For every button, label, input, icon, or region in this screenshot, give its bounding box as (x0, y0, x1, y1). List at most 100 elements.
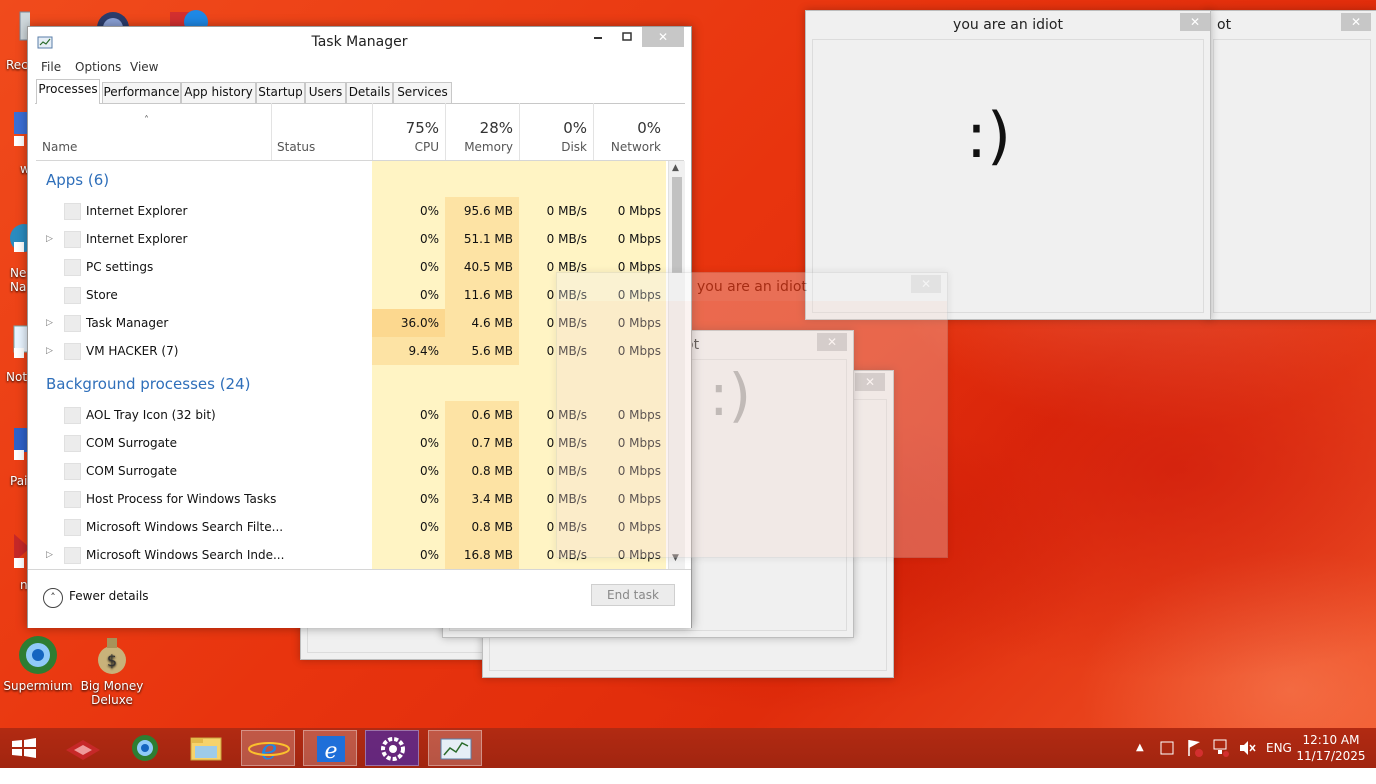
idiot-window-right[interactable]: ot ✕ (1206, 10, 1376, 320)
cpu-cell: 0% (372, 485, 445, 513)
process-name: Internet Explorer (86, 204, 188, 218)
taskbar-file-explorer[interactable] (179, 730, 233, 766)
column-header-row: ˄ Name Status 75% CPU 28% Memory 0% Disk (36, 103, 684, 161)
action-center-flag-icon[interactable] (1186, 728, 1204, 768)
process-row[interactable]: Internet Explorer 0% 95.6 MB 0 MB/s 0 Mbps (36, 197, 666, 225)
tab-details[interactable]: Details (346, 82, 393, 103)
end-task-button[interactable]: End task (591, 584, 675, 606)
tray-chevron-up-icon[interactable]: ▲ (1136, 728, 1144, 768)
scroll-up-icon[interactable]: ▲ (672, 163, 679, 173)
column-network[interactable]: 0% Network (593, 103, 667, 160)
start-button[interactable] (0, 730, 48, 766)
memory-cell: 0.6 MB (445, 401, 519, 429)
process-name: Microsoft Windows Search Filte... (86, 520, 284, 534)
language-indicator[interactable]: ENG (1266, 728, 1292, 768)
menu-view[interactable]: View (130, 60, 158, 74)
internet-explorer-modern-icon: e (317, 736, 345, 764)
fewer-details-link[interactable]: Fewer details (69, 589, 149, 603)
process-icon (64, 407, 81, 424)
disk-label: Disk (561, 140, 587, 154)
taskbar: e e ▲ ENG 12:10 AM 11/17/2025 (0, 728, 1376, 768)
expand-arrow-icon[interactable]: ▷ (46, 309, 53, 337)
edge-icon-notepad[interactable] (0, 322, 31, 362)
smiley-face: :) (966, 99, 1012, 172)
close-icon[interactable]: ✕ (1180, 13, 1210, 31)
desktop-icon-supermium[interactable]: Supermium (0, 634, 78, 693)
process-icon (64, 203, 81, 220)
clock[interactable]: 12:10 AM 11/17/2025 (1296, 732, 1366, 764)
tab-processes[interactable]: Processes (36, 79, 100, 104)
svg-text:e: e (261, 733, 278, 766)
taskbar-app-1[interactable] (56, 730, 110, 766)
disk-cell: 0 MB/s (519, 225, 593, 253)
scroll-thumb[interactable] (672, 177, 682, 273)
cpu-cell: 9.4% (372, 337, 445, 365)
supermium-icon (17, 634, 59, 676)
close-icon[interactable]: ✕ (911, 275, 941, 293)
column-status[interactable]: Status (271, 103, 372, 160)
chevron-up-icon[interactable]: ˄ (43, 588, 63, 608)
memory-cell: 3.4 MB (445, 485, 519, 513)
svg-text:e: e (324, 739, 337, 764)
tab-app-history[interactable]: App history (181, 82, 256, 103)
column-name[interactable]: ˄ Name (36, 103, 271, 160)
group-header-apps[interactable]: Apps (6) (36, 161, 666, 197)
big-money-deluxe-label: Big Money Deluxe (80, 679, 144, 707)
edge-label-0: Rec (6, 58, 28, 72)
column-disk[interactable]: 0% Disk (519, 103, 593, 160)
process-icon (64, 343, 81, 360)
task-manager-titlebar[interactable]: Task Manager ✕ (28, 27, 691, 57)
edge-icon-1[interactable] (0, 110, 30, 150)
group-title: Background processes (24) (46, 375, 251, 393)
menu-file[interactable]: File (41, 60, 61, 74)
cell-bg (445, 161, 519, 197)
tab-performance[interactable]: Performance (102, 82, 181, 103)
edge-icon-5[interactable] (0, 530, 30, 570)
tray-notification-icon[interactable] (1160, 728, 1174, 768)
edge-icon-network[interactable] (0, 218, 38, 258)
network-cell: 0 Mbps (593, 225, 666, 253)
taskbar-internet-explorer-2[interactable]: e (303, 730, 357, 766)
task-manager-icon (440, 738, 472, 760)
internet-explorer-icon: e (248, 733, 290, 766)
process-row[interactable]: ▷ Internet Explorer 0% 51.1 MB 0 MB/s 0 Mbps (36, 225, 666, 253)
maximize-button[interactable] (613, 27, 641, 47)
network-label: Network (610, 140, 661, 154)
tab-strip: Processes Performance App history Startu… (35, 79, 685, 104)
idiot-window-ghost[interactable]: you are an idiot ✕ (556, 272, 948, 558)
edge-icon-recycle-bin[interactable] (0, 6, 35, 46)
close-icon[interactable]: ✕ (1341, 13, 1371, 31)
taskbar-pc-settings[interactable] (365, 730, 419, 766)
process-icon (64, 435, 81, 452)
sort-up-icon: ˄ (144, 115, 149, 126)
menu-options[interactable]: Options (75, 60, 121, 74)
taskbar-task-manager[interactable] (428, 730, 482, 766)
column-cpu[interactable]: 75% CPU (372, 103, 445, 160)
volume-muted-icon[interactable] (1238, 728, 1256, 768)
supermium-label: Supermium (3, 679, 73, 693)
edge-icon-paint[interactable] (0, 424, 30, 464)
network-icon[interactable] (1212, 728, 1230, 768)
process-name: PC settings (86, 260, 154, 274)
taskbar-internet-explorer-1[interactable]: e (241, 730, 295, 766)
process-icon (64, 491, 81, 508)
process-name: COM Surrogate (86, 464, 178, 478)
taskbar-supermium[interactable] (118, 730, 172, 766)
cpu-cell: 0% (372, 513, 445, 541)
tab-startup[interactable]: Startup (256, 82, 305, 103)
column-name-label: Name (42, 140, 78, 154)
tab-users[interactable]: Users (305, 82, 346, 103)
expand-arrow-icon[interactable]: ▷ (46, 225, 53, 253)
expand-arrow-icon[interactable]: ▷ (46, 337, 53, 365)
desktop-icon-big-money-deluxe[interactable]: $ Big Money Deluxe (72, 634, 152, 707)
idiot-window-ghost-title: you are an idiot (697, 279, 807, 295)
process-name: Host Process for Windows Tasks (86, 492, 277, 506)
svg-text:$: $ (107, 651, 117, 670)
close-button[interactable]: ✕ (642, 27, 684, 47)
expand-arrow-icon[interactable]: ▷ (46, 541, 53, 569)
tab-services[interactable]: Services (393, 82, 452, 103)
column-memory[interactable]: 28% Memory (445, 103, 519, 160)
network-cell: 0 Mbps (593, 197, 666, 225)
money-bag-icon: $ (91, 634, 133, 676)
minimize-button[interactable] (584, 27, 612, 47)
